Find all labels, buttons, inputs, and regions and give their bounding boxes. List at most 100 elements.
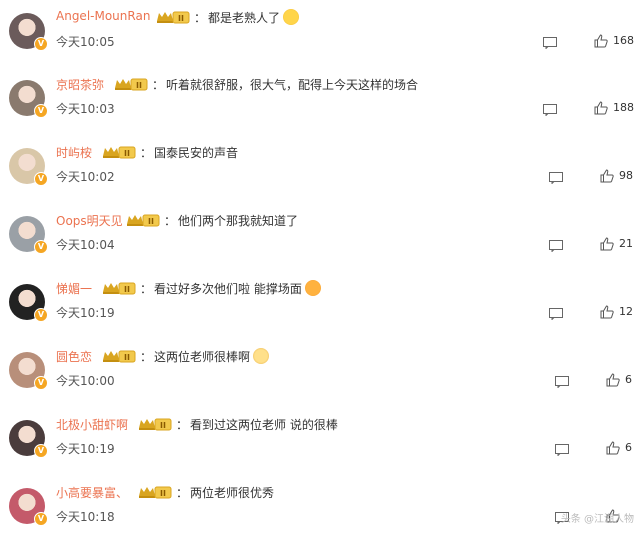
comment-time: 今天10:19 [56,440,115,457]
comment-item: V 小高要暴富、 II ：两位老师很优秀今天10:18 [0,475,640,541]
username-link[interactable]: 京昭茶弥 [56,76,104,93]
comment-item: V 时屿桉 II ：国泰民安的声音今天10:02 98 [0,135,640,201]
separator-colon: ： [176,484,188,501]
watermark: 头条 @江湖人物 [561,510,634,525]
reply-icon[interactable] [543,101,557,113]
username-link[interactable]: 小高要暴富、 [56,484,128,501]
verified-badge-icon: V [34,376,48,390]
comment-time: 今天10:18 [56,508,115,525]
level-badge-icon: II [102,144,136,158]
comment-item: VAngel-MounRanII：都是老熟人了今天10:05168 [0,0,640,66]
svg-text:II: II [124,353,130,362]
avatar[interactable]: V [9,352,45,388]
separator-colon: ： [164,212,176,229]
love-emoji-icon [305,280,321,296]
svg-text:II: II [160,489,166,498]
comment-text-content: 听着就很舒服，很大气，配得上今天这样的场合 [166,78,418,92]
avatar[interactable]: V [9,13,45,49]
like-thumb-icon[interactable] [600,236,614,250]
comment-item: V京昭茶弥II：听着就很舒服，很大气，配得上今天这样的场合今天10:03188 [0,67,640,133]
verified-badge-icon: V [34,308,48,322]
comment-time: 今天10:05 [56,33,115,50]
like-thumb-icon[interactable] [600,304,614,318]
separator-colon: ： [140,280,152,297]
comment-item: V 北极小甜虾啊 II ：看到过这两位老师 说的很棒今天10:19 6 [0,407,640,473]
reply-icon[interactable] [549,169,563,181]
avatar[interactable]: V [9,284,45,320]
avatar[interactable]: V [9,80,45,116]
username-link[interactable]: Angel-MounRan [56,9,150,23]
comment-time: 今天10:03 [56,100,115,117]
comment-text-content: 两位老师很优秀 [190,486,274,500]
like-count: 21 [619,237,633,250]
reply-icon[interactable] [549,305,563,317]
comment-text-content: 他们两个那我就知道了 [178,214,298,228]
username-link[interactable]: 悌媚一 [56,280,92,297]
verified-badge-icon: V [34,512,48,526]
username-link[interactable]: 圆色恋 [56,348,92,365]
level-badge-icon: II [114,76,148,90]
comment-text-content: 都是老熟人了 [208,11,280,25]
comment-text: 他们两个那我就知道了 [178,212,298,229]
comment-text: 两位老师很优秀 [190,484,274,501]
username-link[interactable]: Oops明天见 [56,212,123,229]
like-thumb-icon[interactable] [594,33,608,47]
avatar[interactable]: V [9,148,45,184]
comment-text: 这两位老师很棒啊 [154,348,269,365]
like-thumb-icon[interactable] [606,440,620,454]
level-badge-icon: II [102,348,136,362]
svg-text:II: II [124,285,130,294]
verified-badge-icon: V [34,240,48,254]
like-count: 6 [625,441,632,454]
separator-colon: ： [176,416,188,433]
level-badge-icon: II [102,280,136,294]
svg-text:II: II [148,217,154,226]
like-thumb-icon[interactable] [594,100,608,114]
verified-badge-icon: V [34,444,48,458]
comment-text: 都是老熟人了 [208,9,299,26]
reply-icon[interactable] [543,34,557,46]
separator-colon: ： [140,348,152,365]
comment-time: 今天10:00 [56,372,115,389]
verified-badge-icon: V [34,104,48,118]
username-link[interactable]: 时屿桉 [56,144,92,161]
avatar[interactable]: V [9,488,45,524]
clap-emoji-icon [253,348,269,364]
like-thumb-icon[interactable] [600,168,614,182]
comment-text: 国泰民安的声音 [154,144,238,161]
smile-emoji-icon [283,9,299,25]
verified-badge-icon: V [34,172,48,186]
separator-colon: ： [194,9,206,26]
svg-text:II: II [124,149,130,158]
level-badge-icon: II [138,416,172,430]
comment-time: 今天10:02 [56,168,115,185]
like-count: 12 [619,305,633,318]
comment-text-content: 这两位老师很棒啊 [154,350,250,364]
separator-colon: ： [140,144,152,161]
avatar[interactable]: V [9,216,45,252]
like-count: 6 [625,373,632,386]
reply-icon[interactable] [549,237,563,249]
comment-item: V悌媚一II：看过好多次他们啦 能撑场面今天10:1912 [0,271,640,337]
avatar[interactable]: V [9,420,45,456]
comment-text-content: 看过好多次他们啦 能撑场面 [154,282,302,296]
comment-time: 今天10:04 [56,236,115,253]
level-badge-icon: II [126,212,160,226]
comment-text-content: 看到过这两位老师 说的很棒 [190,418,338,432]
comment-item: V 圆色恋 II ：这两位老师很棒啊今天10:00 6 [0,339,640,405]
comment-text: 听着就很舒服，很大气，配得上今天这样的场合 [166,76,418,93]
comment-text: 看到过这两位老师 说的很棒 [190,416,338,433]
level-badge-icon: II [156,9,190,23]
reply-icon[interactable] [555,441,569,453]
like-thumb-icon[interactable] [606,372,620,386]
comment-text: 看过好多次他们啦 能撑场面 [154,280,321,297]
like-count: 188 [613,101,634,114]
level-badge-icon: II [138,484,172,498]
comment-item: V Oops明天见 II ：他们两个那我就知道了今天10:04 21 [0,203,640,269]
reply-icon[interactable] [555,373,569,385]
svg-text:II: II [136,81,142,90]
svg-text:II: II [178,14,184,23]
like-count: 98 [619,169,633,182]
username-link[interactable]: 北极小甜虾啊 [56,416,128,433]
svg-text:II: II [160,421,166,430]
